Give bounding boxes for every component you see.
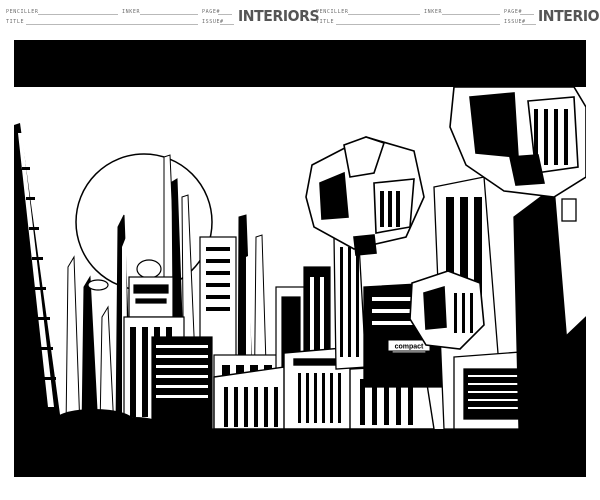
inker-line	[140, 14, 198, 15]
issue-line	[220, 24, 234, 25]
top-black-bar	[14, 40, 586, 87]
sign-text: compact	[395, 344, 424, 351]
title-label: TITLE	[316, 19, 335, 25]
floating-pod-large	[305, 136, 425, 256]
bottom-black-bar	[14, 429, 586, 477]
penciller-line	[38, 14, 118, 15]
title-line	[336, 24, 500, 25]
city-illustration: compact	[14, 87, 586, 429]
left-skyscraper	[14, 123, 62, 429]
right-page-header: PENCILLER INKER PAGE# TITLE ISSUE# INTER…	[300, 0, 600, 36]
pager-line	[218, 14, 232, 15]
title-label: TITLE	[6, 19, 25, 25]
penciller-line	[348, 14, 420, 15]
inker-label: INKER	[424, 9, 443, 15]
pager-line	[520, 14, 534, 15]
penciller-label: PENCILLER	[316, 9, 349, 15]
penciller-label: PENCILLER	[6, 9, 39, 15]
title-line	[26, 24, 198, 25]
left-page-header: PENCILLER INKER PAGE# TITLE ISSUE# INTER…	[0, 0, 320, 36]
issue-line	[522, 24, 536, 25]
inker-label: INKER	[122, 9, 141, 15]
brand-logo: INTERIORS	[538, 8, 600, 26]
inker-line	[442, 14, 500, 15]
